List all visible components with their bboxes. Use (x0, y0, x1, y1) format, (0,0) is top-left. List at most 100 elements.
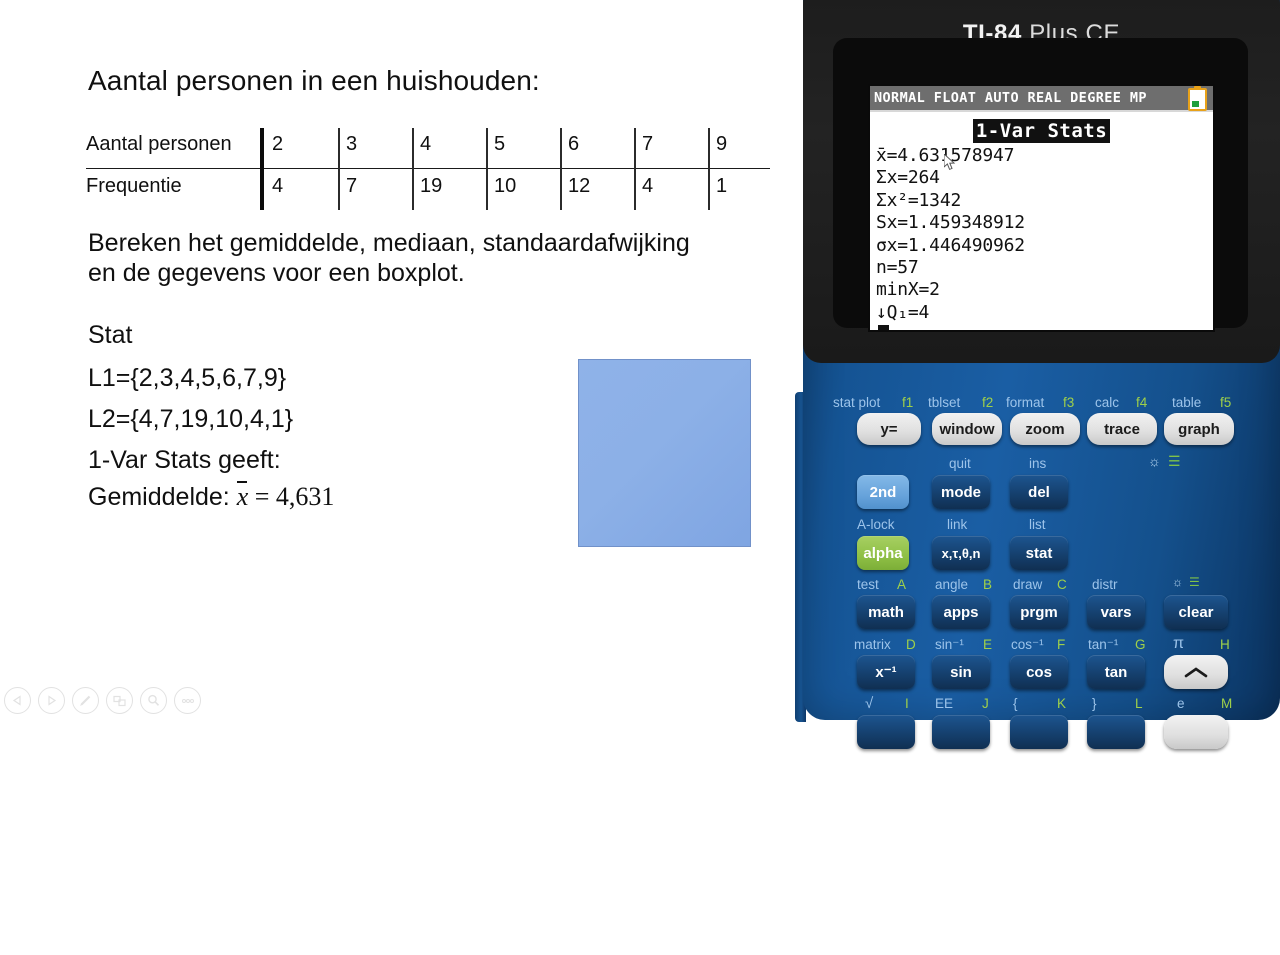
sublabel-distr: distr (1092, 577, 1118, 592)
screen-line: x̄=4.631578947 (876, 145, 1015, 166)
sublabel-tblset: tblset (928, 395, 961, 410)
table-row-label-frequentie: Frequentie (86, 175, 182, 197)
key-left-paren[interactable] (1010, 715, 1068, 749)
key-prgm[interactable]: prgm (1010, 595, 1068, 629)
sublabel-e-const: e (1177, 696, 1185, 711)
key-cos[interactable]: cos (1010, 655, 1068, 689)
sublabel-k: K (1057, 696, 1067, 711)
key-vars[interactable]: vars (1087, 595, 1145, 629)
sublabel-link: link (947, 517, 968, 532)
sublabel-tan-inverse: tan⁻¹ (1088, 637, 1119, 652)
sublabel-right-brace: } (1092, 696, 1097, 711)
screen-title-row: 1-Var Stats (870, 119, 1213, 143)
table-divider (338, 128, 340, 210)
table-cell-frequentie: 12 (568, 175, 591, 197)
table-cell-personen: 2 (272, 133, 284, 155)
key-comma[interactable] (932, 715, 990, 749)
key-caret[interactable] (1164, 655, 1228, 689)
table-cell-personen: 4 (420, 133, 432, 155)
magnifier-icon (148, 694, 160, 706)
key-tan[interactable]: tan (1087, 655, 1145, 689)
key-2nd[interactable]: 2nd (857, 475, 909, 509)
next-button[interactable] (38, 687, 65, 714)
table-divider (486, 128, 488, 210)
sublabel-g: G (1135, 637, 1146, 652)
sublabel-f4: f4 (1136, 395, 1148, 410)
key-zoom[interactable]: zoom (1010, 413, 1080, 445)
table-cell-personen: 5 (494, 133, 506, 155)
pen-button[interactable] (72, 687, 99, 714)
sublabel-table: table (1172, 395, 1202, 410)
key-clear[interactable]: clear (1164, 595, 1228, 629)
sublabel-a: A (897, 577, 907, 592)
equals-sign: = (254, 482, 270, 511)
stat-label: Stat (88, 321, 133, 349)
zoom-button[interactable] (140, 687, 167, 714)
key-window[interactable]: window (932, 413, 1002, 445)
sublabel-cos-inverse: cos⁻¹ (1011, 637, 1044, 652)
screen-line: Σx²=1342 (876, 189, 962, 211)
sublabel-e: E (983, 637, 993, 652)
table-cell-personen: 6 (568, 133, 580, 155)
sublabel-left-brace: { (1013, 696, 1018, 711)
key-graph[interactable]: graph (1164, 413, 1234, 445)
key-math[interactable]: math (857, 595, 915, 629)
key-stat[interactable]: stat (1010, 536, 1068, 570)
contrast-icon: ☰ (1168, 453, 1181, 469)
block-cursor (878, 325, 889, 330)
screen-output-lines: x̄=4.631578947 Σx=264 Σx²=1342 Sx=1.4593… (870, 142, 1213, 330)
key-del[interactable]: del (1010, 475, 1068, 509)
sublabel-d: D (906, 637, 916, 652)
slides-icon (113, 695, 126, 706)
sublabel-list: list (1029, 517, 1046, 532)
sublabel-j: J (982, 696, 989, 711)
slides-button[interactable] (106, 687, 133, 714)
key-apps[interactable]: apps (932, 595, 990, 629)
sublabel-c: C (1057, 577, 1067, 592)
gemiddelde-label: Gemiddelde: (88, 483, 230, 511)
screen-line: Sx=1.459348912 (876, 212, 1025, 234)
key-alpha[interactable]: alpha (857, 536, 909, 570)
table-cell-personen: 9 (716, 133, 728, 155)
blue-placeholder-shape (578, 359, 751, 547)
gemiddelde-value: 4,631 (275, 482, 335, 511)
sublabel-f: F (1057, 637, 1066, 652)
sublabel-ins: ins (1029, 456, 1047, 471)
table-row-label-personen: Aantal personen (86, 133, 232, 155)
previous-button[interactable] (4, 687, 31, 714)
battery-icon (1188, 86, 1207, 111)
table-divider (560, 128, 562, 210)
key-x-t-theta-n[interactable]: x,τ,θ,n (932, 536, 990, 570)
sublabel-matrix: matrix (854, 637, 891, 652)
slide-content: Aantal personen in een huishouden: Aanta… (0, 0, 800, 720)
sublabel-f5: f5 (1220, 395, 1232, 410)
table-main-divider (260, 128, 264, 210)
key-square[interactable] (857, 715, 915, 749)
one-var-stats-title: 1-Var Stats (972, 119, 1111, 143)
calculator-screen[interactable]: NORMAL FLOAT AUTO REAL DEGREE MP 1-Var S… (868, 84, 1215, 332)
triangle-right-icon (48, 695, 57, 706)
sublabel-b: B (983, 577, 993, 592)
x-bar-symbol: x (236, 481, 249, 511)
sublabel-stat-plot: stat plot (833, 395, 881, 410)
key-mode[interactable]: mode (932, 475, 990, 509)
screen-line: ↓Q₁=4 (876, 301, 930, 323)
key-right-paren[interactable] (1087, 715, 1145, 749)
table-cell-frequentie: 4 (272, 175, 284, 197)
calculator-keypad: stat plot f1 tblset f2 format f3 calc f4… (795, 383, 1280, 749)
screen-line: σx=1.446490962 (876, 234, 1025, 256)
key-sin[interactable]: sin (932, 655, 990, 689)
sublabel-draw: draw (1013, 577, 1043, 592)
key-x-inverse[interactable]: x⁻¹ (857, 655, 915, 689)
sublabel-quit: quit (949, 456, 971, 471)
table-cell-frequentie: 10 (494, 175, 517, 197)
sublabel-h: H (1220, 637, 1230, 652)
key-trace[interactable]: trace (1087, 413, 1157, 445)
key-y-equals[interactable]: y= (857, 413, 921, 445)
sublabel-sin-inverse: sin⁻¹ (935, 637, 964, 652)
ellipsis-icon (181, 698, 194, 703)
more-button[interactable] (174, 687, 201, 714)
page-title: Aantal personen in een huishouden: (88, 65, 540, 96)
player-toolbar (4, 687, 201, 714)
key-divide[interactable] (1164, 715, 1228, 749)
